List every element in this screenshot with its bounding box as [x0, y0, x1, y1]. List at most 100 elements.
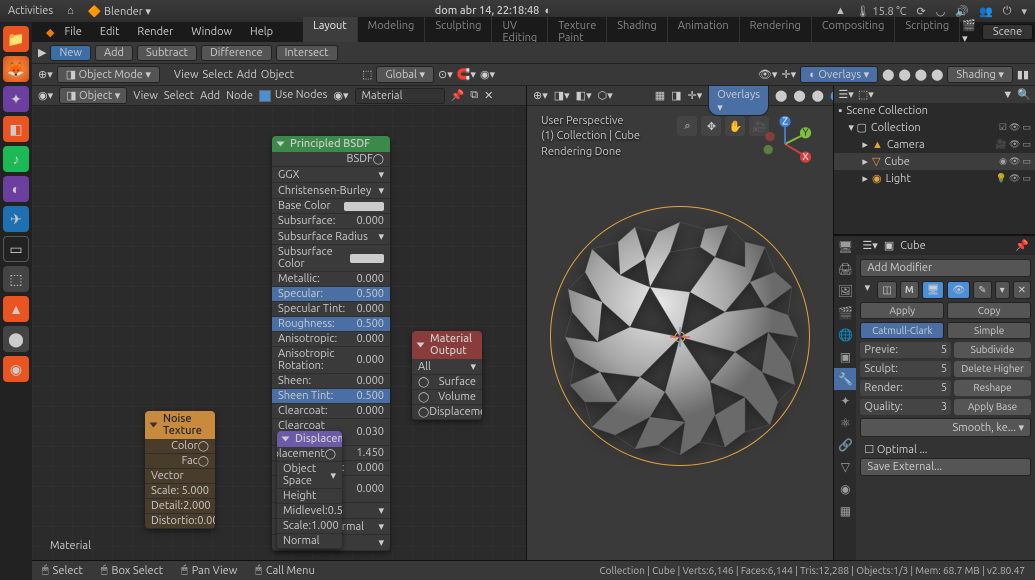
- dock-firefox-icon[interactable]: 🦊: [3, 56, 29, 82]
- node-property-row[interactable]: Subsurface Radius▾: [272, 229, 390, 245]
- overlays-toggle[interactable]: ◐ Overlays ▾: [800, 66, 878, 83]
- material-field[interactable]: Material: [355, 88, 445, 104]
- dock-app-icon[interactable]: ✦: [3, 86, 29, 112]
- catmull-clark-button[interactable]: Catmull-Clark: [860, 322, 944, 339]
- dock-app-icon[interactable]: ⬤: [3, 326, 29, 352]
- pivot-icon[interactable]: ⊙▾: [438, 68, 453, 81]
- node-property-row[interactable]: Anisotropic:0.000: [272, 332, 390, 347]
- node-property-row[interactable]: Sheen:0.000: [272, 374, 390, 389]
- node-property-row[interactable]: Clearcoat:0.000: [272, 404, 390, 419]
- modifier-action-button[interactable]: Subdivide: [954, 342, 1031, 358]
- prop-tab-object[interactable]: ▣: [834, 346, 856, 368]
- node-property-row[interactable]: Midlevel:0.500: [277, 504, 342, 519]
- prop-tab-data[interactable]: ▽: [834, 456, 856, 478]
- outliner-item-light[interactable]: ▸ ◉ Light 💡 👁 ▭: [834, 170, 1035, 187]
- node-property-row[interactable]: Specular:0.500: [272, 287, 390, 302]
- editor-type-icon[interactable]: ◉▾: [38, 89, 53, 102]
- intersect-button[interactable]: Intersect: [276, 45, 338, 61]
- copy-button[interactable]: Copy: [947, 302, 1031, 319]
- node-property-row[interactable]: Subsurface:0.000: [272, 214, 390, 229]
- outliner-root[interactable]: ▪ Scene Collection: [834, 103, 1035, 119]
- temp-indicator[interactable]: 🌡 15.8 °C: [856, 5, 907, 18]
- dock-blender-icon[interactable]: ◉: [3, 356, 29, 382]
- node-editor[interactable]: ◉▾ ◨ Object ▾ View Select Add Node Use N…: [32, 86, 527, 560]
- volume-icon[interactable]: 🔊: [955, 5, 969, 18]
- cursor-icon[interactable]: ⊕▾: [38, 68, 53, 81]
- home-icon[interactable]: ⌂: [67, 5, 74, 17]
- orientation-icon[interactable]: ⬚: [362, 68, 372, 81]
- vp-icon[interactable]: ▦: [655, 89, 665, 102]
- prop-tab-constraint[interactable]: 🔗: [834, 434, 856, 456]
- mode-dropdown[interactable]: ◨ Object Mode ▾: [57, 66, 160, 83]
- mod-delete-icon[interactable]: ✕: [1013, 281, 1031, 299]
- view-menu[interactable]: View: [133, 90, 158, 102]
- shade-render-icon[interactable]: ⬤: [931, 68, 943, 81]
- subtract-button[interactable]: Subtract: [137, 45, 197, 61]
- node-property-row[interactable]: Distortio:0.000: [145, 514, 215, 529]
- menu-window[interactable]: Window: [183, 24, 240, 40]
- prop-tab-render[interactable]: 🖥: [834, 236, 856, 258]
- add-menu[interactable]: Add: [200, 90, 220, 102]
- difference-button[interactable]: Difference: [201, 45, 272, 61]
- outliner[interactable]: ☰▾ ⬚▾ ▼ 🔍 ▪ Scene Collection ▾ ▢ Collect…: [834, 86, 1035, 236]
- search-icon[interactable]: 🔍: [1017, 88, 1031, 101]
- pin-icon[interactable]: 📌: [451, 89, 465, 102]
- prop-tab-world[interactable]: 🌐: [834, 324, 856, 346]
- editor-type-icon[interactable]: ☰▾: [838, 88, 853, 101]
- sync-icon[interactable]: ⟳: [917, 5, 926, 18]
- mod-display-render-icon[interactable]: 🖥: [922, 281, 945, 299]
- scene-field[interactable]: Scene: [982, 24, 1033, 40]
- node-property-row[interactable]: Subsurface Color: [272, 245, 390, 272]
- node-property-row[interactable]: Anisotropic Rotation:0.000: [272, 347, 390, 374]
- add-menu[interactable]: Add: [237, 69, 257, 81]
- wifi-icon[interactable]: ◡: [936, 5, 946, 18]
- prop-tab-physics[interactable]: ⚛: [834, 412, 856, 434]
- play-icon[interactable]: ▶: [38, 46, 46, 59]
- snap-icon[interactable]: 🧲▾: [457, 68, 476, 81]
- dock-app-icon[interactable]: ◧: [3, 116, 29, 142]
- vp-icon[interactable]: ✛▾: [688, 89, 703, 102]
- shading-dropdown[interactable]: Shading ▾: [947, 66, 1012, 83]
- prop-tab-scene[interactable]: 🎬: [834, 302, 856, 324]
- node-property-row[interactable]: Normal: [277, 534, 342, 549]
- outliner-item-cube[interactable]: ▸ ▽ Cube ◉ 👁 ▭: [834, 153, 1035, 170]
- node-property-row[interactable]: Object Space▾: [277, 462, 342, 489]
- vp-dropdown-icon[interactable]: ⬡▾: [598, 89, 613, 102]
- node-material-output[interactable]: Material Output All▾ ◯ Surface ◯ Volume …: [412, 331, 482, 420]
- vp-icon[interactable]: ◨: [671, 89, 681, 102]
- modifier-value[interactable]: Render:5: [860, 380, 951, 396]
- shade-solid-icon[interactable]: ⬤: [898, 68, 910, 81]
- hand-icon[interactable]: ✋: [725, 116, 745, 136]
- menu-file[interactable]: File: [56, 24, 89, 40]
- modifier-value[interactable]: Quality:3: [860, 399, 951, 415]
- mod-display-edit-icon[interactable]: ✎: [973, 281, 991, 299]
- vp-shade-icon[interactable]: ⬤: [793, 89, 805, 102]
- optimal-checkbox[interactable]: ☐: [864, 444, 874, 456]
- view-menu[interactable]: View: [174, 69, 199, 81]
- copy-icon[interactable]: ⧉: [470, 89, 478, 102]
- move-icon[interactable]: ✥: [701, 116, 721, 136]
- menu-edit[interactable]: Edit: [92, 24, 128, 40]
- node-property-row[interactable]: Height: [277, 489, 342, 504]
- dock-app-icon[interactable]: ⬚: [3, 266, 29, 292]
- menu-icon[interactable]: ▾: [1021, 5, 1027, 18]
- editor-type-icon[interactable]: ☰▾: [862, 239, 877, 252]
- dock-terminal-icon[interactable]: ▭: [3, 236, 29, 262]
- filter-icon[interactable]: ▼: [1002, 89, 1013, 101]
- power-icon[interactable]: ⏻: [1003, 5, 1012, 18]
- use-nodes-checkbox[interactable]: Use Nodes: [259, 89, 327, 101]
- close-icon[interactable]: ✕: [484, 89, 493, 102]
- prop-tab-output[interactable]: 🖨: [834, 258, 856, 280]
- vp-shade-icon[interactable]: ⬤: [830, 89, 833, 102]
- pause-icon[interactable]: ▮▮: [1017, 68, 1029, 81]
- propedit-icon[interactable]: ◉▾: [480, 68, 495, 81]
- menu-help[interactable]: Help: [242, 24, 281, 40]
- modifier-value[interactable]: Previe:5: [860, 342, 951, 358]
- visibility-icon[interactable]: 👁▾: [758, 68, 778, 81]
- gizmo-icon[interactable]: ✛▾: [781, 68, 796, 81]
- node-property-row[interactable]: Base Color: [272, 199, 390, 214]
- shade-wire-icon[interactable]: ⬤: [882, 68, 894, 81]
- outliner-collection[interactable]: ▾ ▢ Collection ☑ 👁 ▭: [834, 119, 1035, 136]
- dock-app-icon[interactable]: ◐: [3, 176, 29, 202]
- add-button[interactable]: Add: [95, 45, 133, 61]
